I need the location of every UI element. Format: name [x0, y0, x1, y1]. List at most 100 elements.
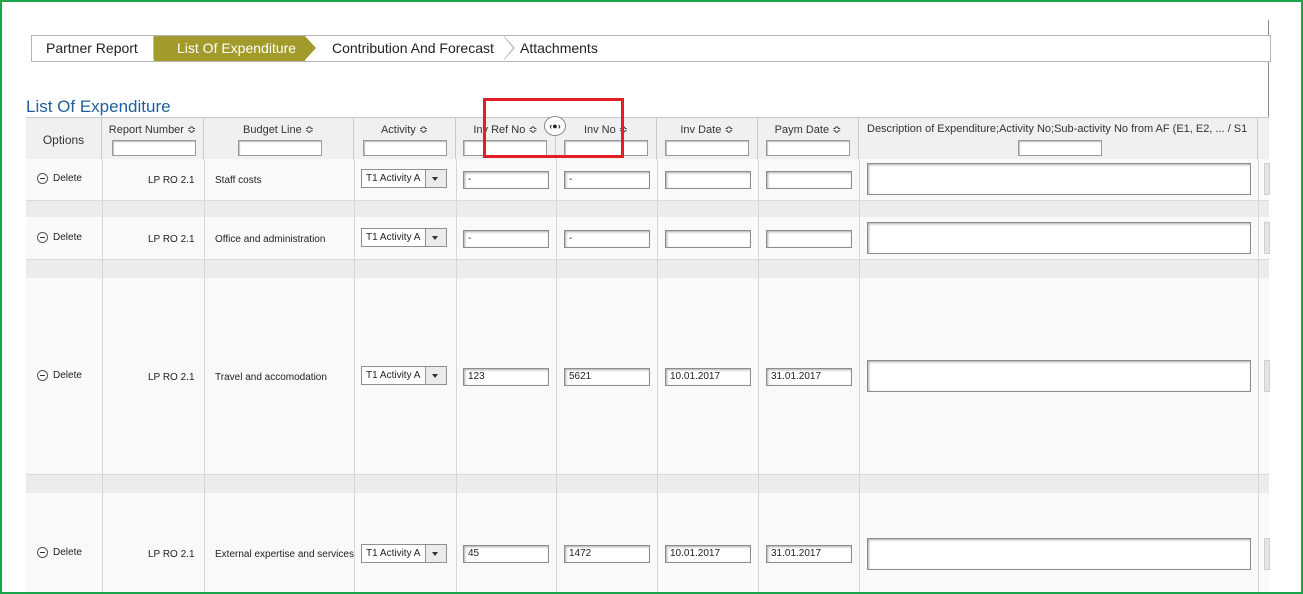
tab-list-of-expenditure[interactable]: List Of Expenditure [154, 36, 305, 61]
description-textarea[interactable] [867, 222, 1251, 254]
screenshot-frame: Partner Report List Of Expenditure Contr… [0, 0, 1303, 594]
budget-line-cell: External expertise and services [215, 549, 354, 560]
chevron-down-icon[interactable] [425, 229, 446, 246]
minus-circle-icon [37, 547, 48, 558]
inv-no-input[interactable]: - [564, 171, 650, 189]
inv-ref-no-input[interactable]: 45 [463, 545, 549, 563]
paym-date-input[interactable] [766, 171, 852, 189]
select-value: T1 Activity A [366, 548, 421, 559]
budget-line-cell: Office and administration [215, 234, 326, 245]
next-column-cell [1264, 538, 1270, 570]
highlight-box [483, 98, 624, 158]
header-description[interactable]: Description of Expenditure;Activity No;S… [859, 118, 1258, 160]
inv-no-input[interactable]: 5621 [564, 368, 650, 386]
delete-button[interactable]: Delete [37, 232, 82, 243]
delete-button[interactable]: Delete [37, 370, 82, 381]
inv-date-input[interactable] [665, 171, 751, 189]
inv-date-input[interactable]: 10.01.2017 [665, 368, 751, 386]
select-value: T1 Activity A [366, 173, 421, 184]
activity-select[interactable]: T1 Activity A [361, 544, 447, 563]
description-textarea[interactable] [867, 163, 1251, 195]
delete-button[interactable]: Delete [37, 173, 82, 184]
filter-report-number[interactable] [112, 140, 196, 156]
activity-select[interactable]: T1 Activity A [361, 228, 447, 247]
header-label: Activity ≎ [380, 124, 429, 136]
column-divider [657, 159, 658, 592]
filter-budget-line[interactable] [238, 140, 322, 156]
table-row: Delete LP RO 2.1 External expertise and … [26, 493, 1270, 592]
header-budget-line[interactable]: Budget Line ≎ [204, 118, 354, 160]
inv-date-input[interactable]: 10.01.2017 [665, 545, 751, 563]
filter-activity[interactable] [363, 140, 447, 156]
chevron-down-icon[interactable] [425, 170, 446, 187]
tab-contribution-and-forecast[interactable]: Contribution And Forecast [332, 36, 494, 61]
report-number-cell: LP RO 2.1 [148, 549, 195, 560]
header-label: Inv Date ≎ [680, 124, 734, 136]
header-options: Options [26, 118, 102, 160]
column-divider [859, 159, 860, 592]
tab-partner-report[interactable]: Partner Report [46, 36, 138, 61]
minus-circle-icon [37, 370, 48, 381]
expenditure-table: Options Report Number ≎ Budget Line ≎ Ac… [26, 117, 1270, 592]
table-row: Delete LP RO 2.1 Travel and accomodation… [26, 278, 1270, 475]
next-column-cell [1264, 163, 1270, 195]
row-spacer [26, 201, 1269, 217]
description-textarea[interactable] [867, 360, 1251, 392]
inv-ref-no-input[interactable]: 123 [463, 368, 549, 386]
next-column-cell [1264, 222, 1270, 254]
column-divider [102, 159, 103, 592]
wizard-tabs: Partner Report List Of Expenditure Contr… [31, 35, 1271, 62]
column-divider [1258, 159, 1259, 592]
delete-label: Delete [53, 232, 82, 243]
chevron-down-icon[interactable] [425, 367, 446, 384]
budget-line-cell: Staff costs [215, 175, 262, 186]
filter-inv-date[interactable] [665, 140, 749, 156]
inv-no-input[interactable]: 1472 [564, 545, 650, 563]
header-report-number[interactable]: Report Number ≎ [102, 118, 204, 160]
header-activity[interactable]: Activity ≎ [354, 118, 456, 160]
header-paym-date[interactable]: Paym Date ≎ [758, 118, 859, 160]
delete-button[interactable]: Delete [37, 547, 82, 558]
delete-label: Delete [53, 547, 82, 558]
column-divider [204, 159, 205, 592]
section-title: List Of Expenditure [26, 97, 171, 116]
tab-label: List Of Expenditure [177, 40, 297, 56]
column-divider [556, 159, 557, 592]
header-inv-date[interactable]: Inv Date ≎ [657, 118, 758, 160]
tab-separator-inner [503, 36, 513, 60]
column-divider [456, 159, 457, 592]
filter-paym-date[interactable] [766, 140, 850, 156]
header-label: Paym Date ≎ [774, 124, 842, 136]
inv-ref-no-input[interactable]: - [463, 171, 549, 189]
select-value: T1 Activity A [366, 232, 421, 243]
delete-label: Delete [53, 370, 82, 381]
inv-no-input[interactable]: - [564, 230, 650, 248]
column-divider [758, 159, 759, 592]
report-number-cell: LP RO 2.1 [148, 175, 195, 186]
description-textarea[interactable] [867, 538, 1251, 570]
header-label: Budget Line ≎ [243, 124, 314, 136]
inv-date-input[interactable] [665, 230, 751, 248]
table-header: Options Report Number ≎ Budget Line ≎ Ac… [26, 117, 1269, 161]
inv-ref-no-input[interactable]: - [463, 230, 549, 248]
chevron-down-icon[interactable] [425, 545, 446, 562]
paym-date-input[interactable]: 31.01.2017 [766, 368, 852, 386]
tab-attachments[interactable]: Attachments [520, 36, 598, 61]
paym-date-input[interactable] [766, 230, 852, 248]
column-divider [354, 159, 355, 592]
minus-circle-icon [37, 173, 48, 184]
tab-active-arrow [305, 36, 316, 60]
activity-select[interactable]: T1 Activity A [361, 169, 447, 188]
header-label: Options [42, 133, 85, 147]
report-number-cell: LP RO 2.1 [148, 372, 195, 383]
delete-label: Delete [53, 173, 82, 184]
select-value: T1 Activity A [366, 370, 421, 381]
activity-select[interactable]: T1 Activity A [361, 366, 447, 385]
header-label: Report Number ≎ [108, 124, 197, 136]
filter-description[interactable] [1018, 140, 1102, 156]
next-column-cell [1264, 360, 1270, 392]
row-spacer [26, 260, 1269, 278]
header-label: Description of Expenditure;Activity No;S… [867, 123, 1248, 135]
minus-circle-icon [37, 232, 48, 243]
paym-date-input[interactable]: 31.01.2017 [766, 545, 852, 563]
